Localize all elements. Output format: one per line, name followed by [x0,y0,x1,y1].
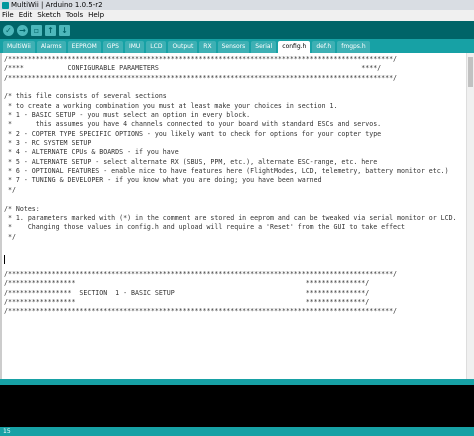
tab-config-h[interactable]: config.h [278,41,311,53]
tab-sensors[interactable]: Sensors [217,41,250,53]
vertical-scrollbar[interactable] [466,53,474,379]
arrow-right-icon[interactable]: → [17,24,28,36]
line-number: 15 [3,428,11,435]
tab-rx[interactable]: RX [199,41,216,53]
arduino-app-icon [2,1,9,9]
tab-gps[interactable]: GPS [102,41,123,53]
new-file-icon[interactable]: ▫ [31,24,42,36]
window-title: MultiWii | Arduino 1.0.5-r2 [11,1,103,9]
tab-fmgps-h[interactable]: fmgps.h [337,41,370,53]
menu-edit[interactable]: Edit [17,10,36,21]
tab-serial[interactable]: Serial [251,41,277,53]
code-editor[interactable]: /***************************************… [0,53,466,379]
check-icon[interactable]: ✓ [3,24,14,36]
console-output [0,385,474,427]
tab-alarms[interactable]: Alarms [36,41,66,53]
code-text[interactable]: /***************************************… [2,53,466,317]
tab-bar: MultiWii Alarms EEPROM GPS IMU LCD Outpu… [0,39,474,53]
text-cursor [4,255,5,264]
line-number-bar: 15 [0,427,474,436]
menu-bar: File Edit Sketch Tools Help [0,10,474,21]
tab-multiwii[interactable]: MultiWii [3,41,35,53]
menu-file[interactable]: File [0,10,17,21]
tab-eeprom[interactable]: EEPROM [67,41,101,53]
scrollbar-thumb[interactable] [468,57,473,87]
tab-def-h[interactable]: def.h [312,41,336,53]
menu-sketch[interactable]: Sketch [35,10,64,21]
menu-help[interactable]: Help [86,10,107,21]
open-icon[interactable]: ↑ [45,24,56,36]
tab-lcd[interactable]: LCD [146,41,167,53]
toolbar: ✓ → ▫ ↑ ↓ [0,21,474,39]
save-icon[interactable]: ↓ [59,24,70,36]
tab-imu[interactable]: IMU [124,41,145,53]
title-bar: MultiWii | Arduino 1.0.5-r2 [0,0,474,10]
menu-tools[interactable]: Tools [64,10,86,21]
tab-output[interactable]: Output [168,41,198,53]
